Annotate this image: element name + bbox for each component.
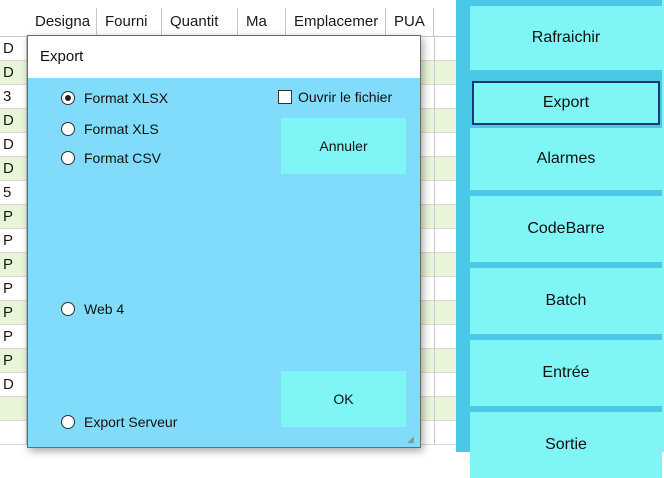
web4-label: Web 4: [84, 301, 125, 317]
column-header-emplacement[interactable]: Emplacemer: [286, 8, 386, 36]
radio-icon: [61, 151, 75, 165]
export-server-radio[interactable]: Export Serveur: [61, 414, 177, 430]
open-file-checkbox[interactable]: Ouvrir le fichier: [278, 89, 392, 105]
row-cell: D: [0, 373, 27, 397]
format-xlsx-label: Format XLSX: [84, 90, 169, 106]
row-cell: D: [0, 109, 27, 133]
row-cell: [434, 133, 456, 157]
row-cell: [434, 301, 456, 325]
row-cell: 3: [0, 85, 27, 109]
format-csv-radio[interactable]: Format CSV: [61, 150, 161, 166]
row-cell: P: [0, 277, 27, 301]
row-cell: D: [0, 133, 27, 157]
row-cell: [434, 109, 456, 133]
export-dialog: Export Format XLSX Format XLS Format CSV…: [27, 35, 421, 448]
export-button[interactable]: Export: [472, 81, 660, 125]
cancel-button[interactable]: Annuler: [281, 118, 406, 174]
dialog-title: Export: [28, 36, 420, 78]
barcode-button[interactable]: CodeBarre: [470, 196, 662, 262]
row-cell: 5: [0, 181, 27, 205]
ok-button[interactable]: OK: [281, 371, 406, 427]
row-cell: [434, 373, 456, 397]
row-cell: D: [0, 157, 27, 181]
checkbox-icon: [278, 90, 292, 104]
format-xls-label: Format XLS: [84, 121, 159, 137]
row-cell: P: [0, 205, 27, 229]
column-header-marque[interactable]: Ma: [238, 8, 286, 36]
row-cell: [434, 421, 456, 445]
row-cell: [434, 325, 456, 349]
row-cell: [0, 397, 27, 421]
row-cell: P: [0, 253, 27, 277]
alarms-button[interactable]: Alarmes: [470, 128, 662, 190]
row-cell: [434, 349, 456, 373]
export-server-label: Export Serveur: [84, 414, 178, 430]
row-cell: [434, 253, 456, 277]
row-cell: [434, 397, 456, 421]
radio-icon: [61, 302, 75, 316]
row-cell: D: [0, 61, 27, 85]
open-file-label: Ouvrir le fichier: [298, 89, 393, 105]
row-cell: P: [0, 349, 27, 373]
radio-icon: [61, 122, 75, 136]
column-header-fournisseur[interactable]: Fourni: [97, 8, 162, 36]
row-cell: [434, 37, 456, 61]
exit-button[interactable]: Sortie: [470, 412, 662, 478]
row-cell: P: [0, 325, 27, 349]
row-cell: [434, 205, 456, 229]
format-csv-label: Format CSV: [84, 150, 162, 166]
row-cell: [434, 181, 456, 205]
row-cell: [434, 229, 456, 253]
column-header-quantite[interactable]: Quantit: [162, 8, 238, 36]
row-cell: [434, 61, 456, 85]
entry-button[interactable]: Entrée: [470, 340, 662, 406]
row-cell: P: [0, 229, 27, 253]
web4-radio[interactable]: Web 4: [61, 301, 124, 317]
format-xlsx-radio[interactable]: Format XLSX: [61, 90, 168, 106]
row-cell: [434, 277, 456, 301]
row-cell: [0, 421, 27, 445]
refresh-button[interactable]: Rafraichir: [470, 6, 662, 70]
format-xls-radio[interactable]: Format XLS: [61, 121, 159, 137]
batch-button[interactable]: Batch: [470, 268, 662, 334]
radio-icon: [61, 415, 75, 429]
row-cell: P: [0, 301, 27, 325]
resize-grip-icon[interactable]: ◢: [407, 434, 417, 444]
row-cell: D: [0, 37, 27, 61]
row-cell: [434, 157, 456, 181]
action-panel: Rafraichir Export Alarmes CodeBarre Batc…: [456, 0, 664, 478]
column-header-designation[interactable]: Designa: [27, 8, 97, 36]
row-cell: [434, 85, 456, 109]
radio-selected-icon: [61, 91, 75, 105]
column-header-pua[interactable]: PUA: [386, 8, 434, 36]
